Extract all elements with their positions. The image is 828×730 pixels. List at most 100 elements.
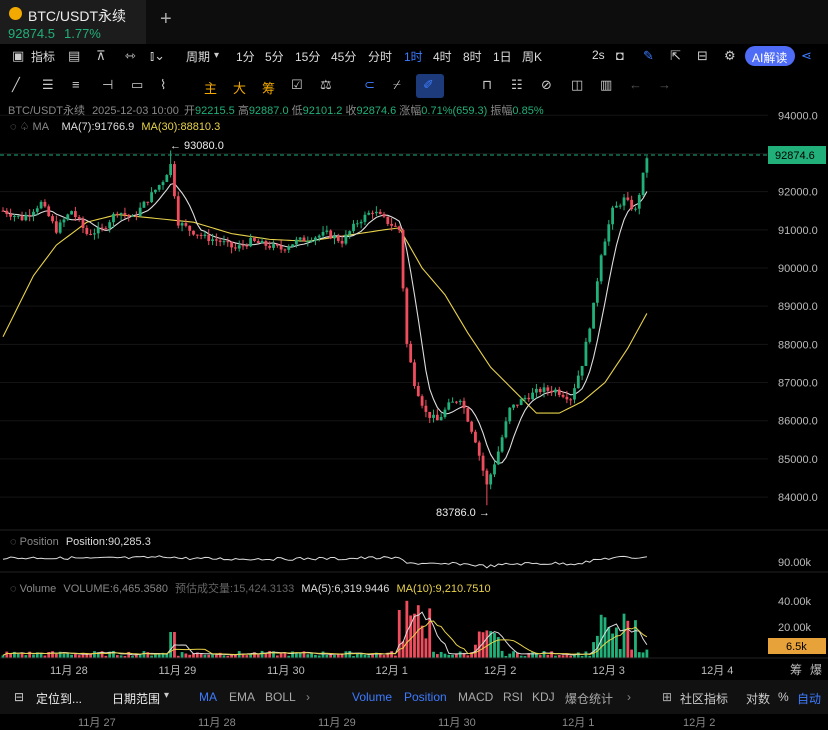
volume-bar [622, 613, 626, 658]
sub-liquidation[interactable]: 爆仓统计 [565, 690, 613, 707]
hline-icon[interactable]: ☰ [42, 76, 54, 94]
volume-bar [493, 633, 496, 658]
add-tab-icon[interactable]: + [160, 8, 172, 31]
redo-icon[interactable]: → [658, 76, 671, 94]
volume-bar [344, 651, 348, 658]
auto-toggle[interactable]: 自动 [797, 690, 821, 707]
ruler-icon[interactable]: ⌿ [393, 76, 401, 94]
indicator-icon[interactable]: ▣ [12, 47, 24, 65]
chevron-right-icon-2[interactable]: › [627, 690, 631, 704]
candle-body [165, 175, 169, 183]
undo-icon[interactable]: ← [629, 76, 642, 94]
export-icon[interactable]: ⇱ [670, 47, 681, 65]
eye-icon[interactable]: ◌ [10, 121, 17, 133]
interval-8h[interactable]: 8时 [463, 48, 482, 65]
community-icon[interactable]: ⊞ [662, 690, 672, 704]
pen-icon[interactable]: ✎ [643, 47, 654, 65]
sub-position[interactable]: Position [404, 690, 447, 704]
trash-icon[interactable]: ▥ [600, 76, 612, 94]
ray-icon[interactable]: ⊣ [102, 76, 113, 94]
position-eye-icon[interactable]: ◌ [10, 536, 17, 548]
camera-icon[interactable]: ◘ [616, 47, 624, 65]
tool-chip[interactable]: 筹 [262, 78, 275, 97]
period-button[interactable]: 周期 [186, 48, 210, 65]
interval-1h[interactable]: 1时 [404, 48, 423, 65]
sub-macd[interactable]: MACD [458, 690, 493, 704]
date-range-chevron-icon[interactable]: ▾ [164, 690, 169, 701]
volume-bar [264, 653, 268, 658]
time-tick-label: 11月 29 [159, 665, 197, 677]
interval-4h[interactable]: 4时 [433, 48, 452, 65]
trendline-icon[interactable]: ╱ [12, 76, 20, 94]
date-range-button[interactable]: 日期范围 [112, 690, 160, 707]
volume-axis-40k: 40.00k [778, 596, 812, 608]
ai-interpret-button[interactable]: AI解读 [745, 46, 795, 66]
locate-icon[interactable]: ⊟ [14, 690, 24, 704]
indicator-ema[interactable]: EMA [229, 690, 255, 704]
community-indicator[interactable]: 社区指标 [680, 690, 728, 707]
bell-icon[interactable]: ♤ [20, 121, 30, 133]
candle-body [306, 240, 310, 242]
brush-icon[interactable]: ⌇ [160, 76, 166, 94]
pencil-icon[interactable]: ✐ [423, 76, 434, 94]
time-tick-label: 12月 2 [484, 665, 516, 677]
volume-bar [5, 651, 9, 658]
interval-week[interactable]: 周K [522, 48, 542, 65]
candle-body [355, 223, 359, 225]
link-icon[interactable]: ⊘ [541, 76, 552, 94]
interval-5m[interactable]: 5分 [265, 48, 284, 65]
scale-icon[interactable]: ⚖ [320, 76, 332, 94]
indicator-ma[interactable]: MA [199, 690, 217, 704]
chevron-down-icon[interactable]: ▾ [214, 47, 219, 65]
sub-kdj[interactable]: KDJ [532, 690, 555, 704]
sub-rsi[interactable]: RSI [503, 690, 523, 704]
split-icon[interactable]: ⇿ [125, 47, 136, 65]
candle-body [432, 414, 435, 418]
volume-bar [348, 651, 352, 658]
indicator-button[interactable]: 指标 [31, 48, 55, 65]
volume-bar [93, 651, 96, 658]
volume-bar [73, 653, 77, 658]
info-amp: 0.85% [512, 105, 544, 117]
gear-icon[interactable]: ⚙ [724, 47, 736, 65]
sub-volume[interactable]: Volume [352, 690, 392, 704]
interval-timeline[interactable]: 分时 [368, 48, 392, 65]
chevron-right-icon[interactable]: › [306, 690, 310, 704]
magnet-icon[interactable]: ⊂ [364, 76, 375, 94]
interval-1d[interactable]: 1日 [493, 48, 512, 65]
candle-body [256, 241, 260, 243]
log-scale-toggle[interactable]: 对数 [746, 690, 770, 707]
layout-icon[interactable]: ▤ [68, 47, 80, 65]
volume-bar [443, 653, 447, 658]
lock-icon[interactable]: ⊓ [482, 76, 492, 94]
tool-main[interactable]: 主 [204, 78, 217, 97]
share-icon[interactable]: ⋖ [801, 47, 812, 65]
volume-eye-icon[interactable]: ◌ [10, 583, 17, 595]
candle-body [268, 245, 272, 248]
volume-bar [531, 652, 534, 658]
order-icon[interactable]: ⊟ [697, 47, 708, 65]
adjust-icon[interactable]: ⊼ [96, 47, 106, 65]
percent-toggle[interactable]: % [778, 690, 789, 704]
interval-1m[interactable]: 1分 [236, 48, 255, 65]
check-icon[interactable]: ☑ [291, 76, 303, 94]
candle-type-icon[interactable]: ⫾⌄ [150, 47, 165, 65]
candle-body [294, 239, 298, 245]
channel-icon[interactable]: ≡ [72, 76, 80, 94]
volume-bar [62, 653, 66, 658]
tool-big[interactable]: 大 [233, 78, 246, 97]
interval-45m[interactable]: 45分 [331, 48, 356, 65]
symbol-tab[interactable]: BTC/USDT永续 92874.5 1.77% [0, 0, 146, 44]
refresh-interval[interactable]: 2s [592, 48, 605, 62]
layers-icon[interactable]: ◫ [571, 76, 583, 94]
note-icon[interactable]: ☷ [511, 76, 523, 94]
candle-body [112, 213, 115, 223]
rectangle-icon[interactable]: ▭ [131, 76, 143, 94]
locate-button[interactable]: 定位到... [36, 690, 82, 707]
candle-body [592, 302, 595, 329]
toolbar-main: ▣ 指标 ▤ ⊼ ⇿ ⫾⌄ 周期 ▾ 1分 5分 15分 45分 分时 1时 4… [0, 44, 828, 70]
interval-15m[interactable]: 15分 [295, 48, 320, 65]
ma7-path [2, 182, 648, 464]
candle-body [62, 219, 66, 223]
indicator-boll[interactable]: BOLL [265, 690, 296, 704]
